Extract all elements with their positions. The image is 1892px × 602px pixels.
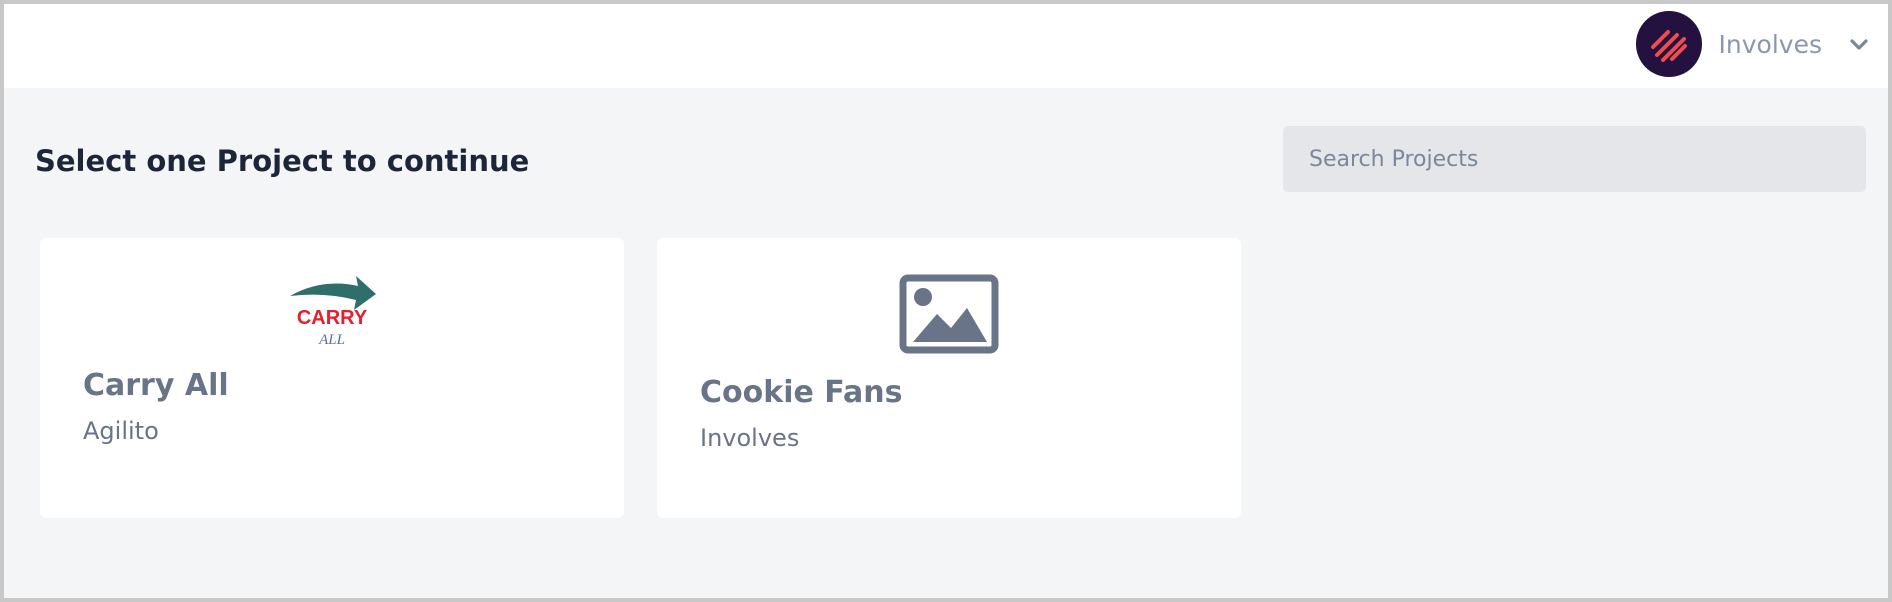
carry-all-logo-text: CARRY xyxy=(297,307,368,329)
organization-switcher[interactable]: Involves xyxy=(1635,10,1870,78)
page-title: Select one Project to continue xyxy=(35,144,530,178)
project-card-cookie-fans[interactable]: Cookie Fans Involves xyxy=(657,238,1241,518)
project-organization: Agilito xyxy=(83,417,159,445)
image-placeholder-icon xyxy=(899,274,999,354)
top-bar: Involves xyxy=(4,4,1888,88)
carry-all-logo-subtext: ALL xyxy=(318,332,345,348)
involves-logo-icon xyxy=(1650,30,1687,62)
project-name: Carry All xyxy=(83,368,229,403)
project-name: Cookie Fans xyxy=(700,375,903,410)
search-projects-input[interactable] xyxy=(1283,126,1866,192)
project-card-carry-all[interactable]: CARRY ALL Carry All Agilito xyxy=(40,238,624,518)
organization-avatar xyxy=(1635,11,1702,77)
carry-all-logo: CARRY ALL xyxy=(290,276,376,348)
organization-name: Involves xyxy=(1718,29,1822,59)
app-window: Involves Select one Project to continue … xyxy=(0,0,1892,602)
project-organization: Involves xyxy=(700,424,800,452)
chevron-down-icon xyxy=(1848,37,1870,51)
